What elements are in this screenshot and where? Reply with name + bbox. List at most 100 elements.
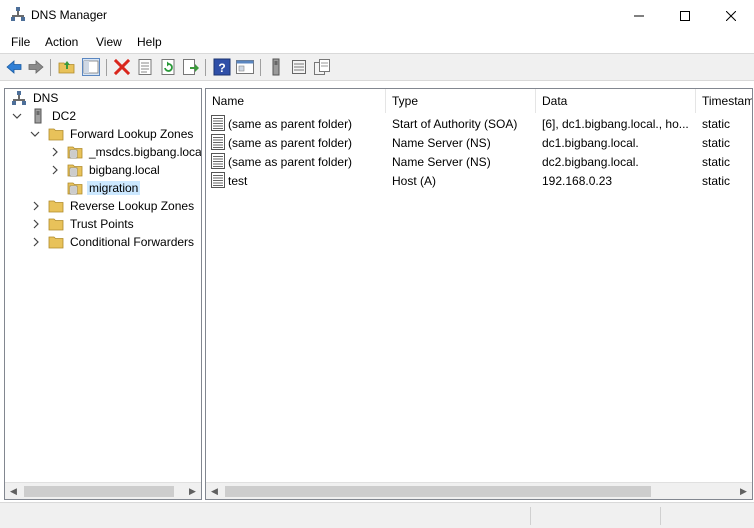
tree-horizontal-scrollbar[interactable]: ◀ ▶: [5, 482, 201, 499]
tree-item-dns[interactable]: DNS: [11, 89, 60, 107]
results-list[interactable]: Name Type Data Timestamp (same as parent…: [205, 88, 753, 500]
list-view-icon[interactable]: [290, 58, 308, 76]
chevron-down-icon[interactable]: [30, 129, 40, 139]
tree-label-bigbang-local: bigbang.local: [89, 163, 160, 177]
list-horizontal-scrollbar[interactable]: ◀ ▶: [206, 482, 752, 499]
scrollbar-thumb[interactable]: [24, 486, 174, 497]
show-action-pane-icon[interactable]: [236, 58, 254, 76]
table-row[interactable]: (same as parent folder) Name Server (NS)…: [206, 152, 752, 171]
tree-label-forward-lookup-zones: Forward Lookup Zones: [70, 127, 194, 141]
maximize-button[interactable]: [662, 0, 708, 31]
tree-item-trust-points[interactable]: Trust Points: [48, 215, 136, 233]
toolbar-separator: [260, 59, 261, 76]
table-row[interactable]: (same as parent folder) Start of Authori…: [206, 114, 752, 133]
delete-icon[interactable]: [113, 58, 131, 76]
chevron-right-icon[interactable]: [50, 147, 60, 157]
forward-arrow-icon[interactable]: [27, 58, 45, 76]
menu-file[interactable]: File: [11, 35, 30, 49]
dns-app-icon: [11, 7, 25, 21]
record-data: [6], dc1.bigbang.local., ho...: [542, 116, 689, 131]
chevron-right-icon[interactable]: [50, 165, 60, 175]
tree-item-migration-zone[interactable]: migration: [67, 179, 141, 197]
chevron-right-icon[interactable]: [31, 237, 41, 247]
column-header-type[interactable]: Type: [386, 89, 536, 113]
properties-icon[interactable]: [136, 58, 154, 76]
minimize-button[interactable]: [616, 0, 662, 31]
toolbar-separator: [50, 59, 51, 76]
record-type: Host (A): [392, 173, 437, 188]
back-arrow-icon[interactable]: [5, 58, 23, 76]
menu-action[interactable]: Action: [45, 35, 78, 49]
toolbar-separator: [205, 59, 206, 76]
tree-item-forward-lookup-zones[interactable]: Forward Lookup Zones: [48, 125, 195, 143]
record-data: dc2.bigbang.local.: [542, 154, 639, 169]
menu-bar: File Action View Help: [0, 31, 754, 53]
record-icon: [211, 134, 225, 150]
record-name: (same as parent folder): [228, 116, 353, 131]
close-icon: [726, 10, 736, 21]
up-folder-icon[interactable]: [58, 58, 76, 76]
record-data: 192.168.0.23: [542, 173, 613, 188]
chevron-right-icon[interactable]: [31, 219, 41, 229]
menu-view[interactable]: View: [96, 35, 122, 49]
record-type: Name Server (NS): [392, 154, 491, 169]
folder-icon: [48, 236, 64, 249]
tree-label-conditional-forwarders: Conditional Forwarders: [70, 235, 195, 249]
title-bar: DNS Manager: [0, 0, 754, 31]
tree-item-conditional-forwarders[interactable]: Conditional Forwarders: [48, 233, 196, 251]
maximize-icon: [680, 10, 690, 21]
copy-records-icon[interactable]: [313, 58, 331, 76]
export-list-icon[interactable]: [182, 58, 200, 76]
scrollbar-thumb[interactable]: [225, 486, 651, 497]
tree-label-reverse-lookup-zones: Reverse Lookup Zones: [70, 199, 195, 213]
column-header-name[interactable]: Name: [206, 89, 386, 113]
tree-item-msdcs-zone[interactable]: _msdcs.bigbang.local: [67, 143, 202, 161]
record-type: Name Server (NS): [392, 135, 491, 150]
server-icon: [34, 108, 42, 124]
menu-help[interactable]: Help: [137, 35, 162, 49]
tree-label-dns: DNS: [33, 91, 59, 105]
scroll-right-icon[interactable]: ▶: [184, 483, 201, 499]
server-icon[interactable]: [267, 58, 285, 76]
zone-icon: [67, 146, 83, 159]
show-console-tree-icon[interactable]: [82, 58, 100, 76]
record-timestamp: static: [702, 116, 731, 131]
record-type: Start of Authority (SOA): [392, 116, 518, 131]
scroll-left-icon[interactable]: ◀: [206, 483, 223, 499]
chevron-right-icon[interactable]: [31, 201, 41, 211]
column-header-data[interactable]: Data: [536, 89, 696, 113]
tree-label-dc2: DC2: [52, 109, 77, 123]
console-tree[interactable]: DNS DC2 Forward Lookup Zones _msdcs.bigb…: [4, 88, 202, 500]
svg-text:?: ?: [218, 61, 225, 75]
chevron-down-icon[interactable]: [12, 111, 22, 121]
status-bar: [0, 502, 754, 528]
table-row[interactable]: test Host (A) 192.168.0.23 static: [206, 171, 752, 190]
record-timestamp: static: [702, 135, 731, 150]
help-icon[interactable]: ?: [213, 58, 231, 76]
record-timestamp: static: [702, 173, 731, 188]
toolbar-separator: [106, 59, 107, 76]
record-icon: [211, 172, 225, 188]
record-name: (same as parent folder): [228, 135, 353, 150]
record-name: (same as parent folder): [228, 154, 353, 169]
dns-icon: [12, 91, 26, 105]
scroll-right-icon[interactable]: ▶: [735, 483, 752, 499]
close-button[interactable]: [708, 0, 754, 31]
window-title: DNS Manager: [31, 8, 108, 22]
tree-item-bigbang-local-zone[interactable]: bigbang.local: [67, 161, 162, 179]
record-timestamp: static: [702, 154, 731, 169]
folder-icon: [48, 200, 64, 213]
record-icon: [211, 153, 225, 169]
status-divider: [660, 507, 661, 525]
table-row[interactable]: (same as parent folder) Name Server (NS)…: [206, 133, 752, 152]
scroll-left-icon[interactable]: ◀: [5, 483, 22, 499]
folder-icon: [48, 128, 64, 141]
record-name: test: [228, 173, 248, 188]
zone-icon: [67, 182, 83, 195]
tree-item-reverse-lookup-zones[interactable]: Reverse Lookup Zones: [48, 197, 196, 215]
column-header-timestamp[interactable]: Timestamp: [696, 89, 752, 113]
refresh-icon[interactable]: [159, 58, 177, 76]
tree-item-dc2[interactable]: DC2: [30, 107, 78, 125]
record-icon: [211, 115, 225, 131]
tree-label-msdcs: _msdcs.bigbang.local: [89, 145, 202, 159]
